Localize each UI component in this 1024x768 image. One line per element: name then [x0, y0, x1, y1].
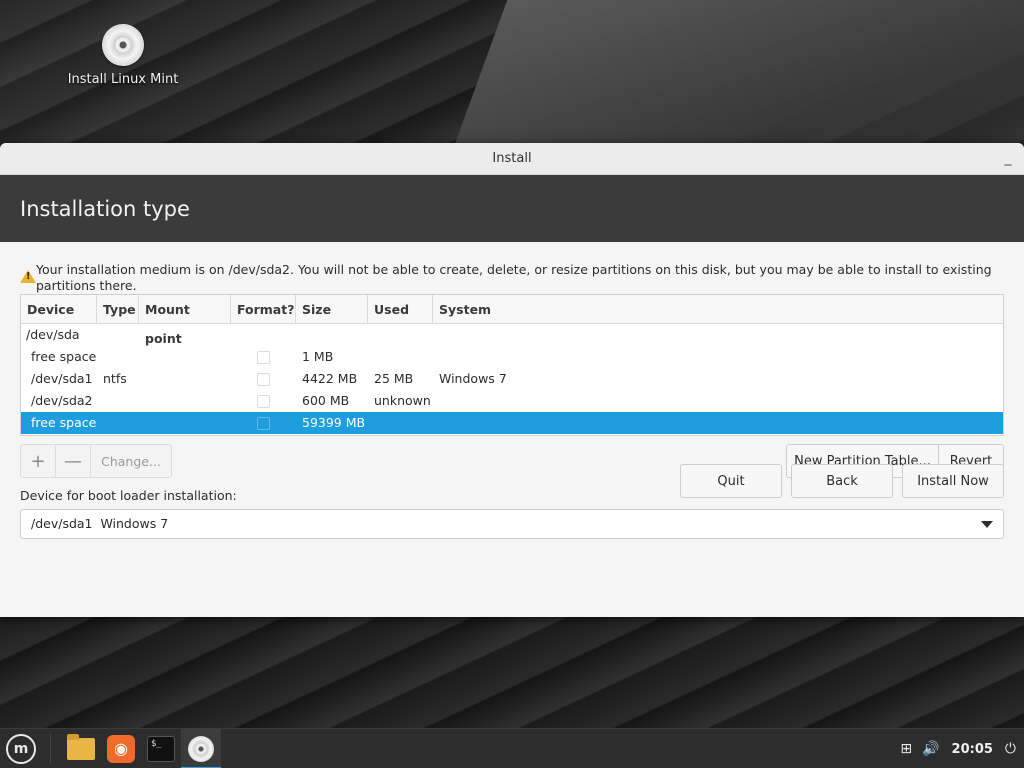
- taskbar: m ◉ $_ ⊞ 🔊 20:05 ⏻: [0, 728, 1024, 768]
- page-header: Installation type: [0, 175, 1024, 242]
- cell-format: [231, 346, 296, 368]
- format-checkbox[interactable]: [257, 417, 270, 430]
- cell-used: [368, 412, 433, 434]
- taskbar-terminal[interactable]: $_: [141, 729, 181, 768]
- desktop-icon-label: Install Linux Mint: [67, 72, 179, 87]
- cell-size: 600 MB: [302, 393, 350, 408]
- cell-system: [433, 390, 1003, 412]
- cell-format: [231, 412, 296, 434]
- cell-type: [97, 390, 139, 412]
- cell-type: [97, 346, 139, 368]
- disk-name: /dev/sda: [26, 327, 80, 342]
- cell-used: 25 MB: [374, 371, 414, 386]
- quit-button[interactable]: Quit: [680, 464, 782, 498]
- partition-edit-buttons: + — Change...: [20, 444, 172, 478]
- page-title: Installation type: [20, 196, 190, 221]
- warning-text: Your installation medium is on /dev/sda2…: [36, 262, 992, 293]
- terminal-icon: $_: [147, 735, 175, 762]
- dialog-buttons: Quit Back Install Now: [671, 464, 1004, 498]
- network-icon[interactable]: ⊞: [900, 741, 912, 757]
- format-checkbox[interactable]: [257, 395, 270, 408]
- table-header: Device Type Mount point Format? Size Use…: [21, 295, 1003, 346]
- power-icon[interactable]: ⏻: [1005, 741, 1016, 757]
- minimize-icon[interactable]: _: [1002, 151, 1014, 165]
- cell-size: 59399 MB: [302, 415, 366, 430]
- column-header-size[interactable]: Size: [296, 295, 368, 323]
- column-header-system[interactable]: System: [433, 295, 1003, 323]
- cell-mount-point: [139, 368, 231, 390]
- table-row[interactable]: /dev/sda2 600 MB unknown: [21, 390, 1003, 412]
- disc-icon: [188, 735, 214, 762]
- table-row[interactable]: free space 1 MB: [21, 346, 1003, 368]
- boot-loader-selected-value: /dev/sda1 Windows 7: [31, 516, 169, 531]
- cell-system: [433, 346, 1003, 368]
- dropdown-arrow-icon: [981, 521, 993, 528]
- change-partition-button[interactable]: Change...: [91, 445, 171, 477]
- firefox-icon: ◉: [107, 734, 135, 763]
- clock[interactable]: 20:05: [952, 742, 993, 757]
- desktop-icon-install-linux-mint[interactable]: Install Linux Mint: [62, 24, 184, 87]
- cell-format: [231, 390, 296, 412]
- mint-menu-icon[interactable]: m: [6, 733, 36, 764]
- title-bar[interactable]: Install _: [0, 143, 1024, 175]
- format-checkbox[interactable]: [257, 351, 270, 364]
- taskbar-firefox[interactable]: ◉: [101, 729, 141, 768]
- add-partition-button[interactable]: +: [21, 445, 56, 477]
- partition-table[interactable]: Device Type Mount point Format? Size Use…: [20, 294, 1004, 436]
- taskbar-files[interactable]: [61, 729, 101, 768]
- column-header-used[interactable]: Used: [368, 295, 433, 323]
- cell-device: /dev/sda2: [31, 393, 93, 408]
- cell-device: free space: [31, 349, 97, 364]
- cell-mount-point: [139, 346, 231, 368]
- format-checkbox[interactable]: [257, 373, 270, 386]
- cell-type: ntfs: [103, 371, 127, 386]
- cell-used: unknown: [374, 393, 431, 408]
- cell-size: 1 MB: [302, 349, 334, 364]
- cell-size: 4422 MB: [302, 371, 358, 386]
- install-now-button[interactable]: Install Now: [902, 464, 1004, 498]
- taskbar-separator: [50, 733, 51, 764]
- back-button[interactable]: Back: [791, 464, 893, 498]
- cell-system: Windows 7: [439, 371, 507, 386]
- cell-system: [433, 412, 1003, 434]
- cell-mount-point: [139, 412, 231, 434]
- column-header-format[interactable]: Format?: [231, 295, 296, 323]
- system-tray: ⊞ 🔊 20:05 ⏻: [890, 729, 1016, 768]
- column-header-device[interactable]: Device: [21, 295, 97, 323]
- cell-used: [368, 346, 433, 368]
- column-header-mount-point[interactable]: Mount point: [139, 295, 231, 346]
- cell-type: [97, 412, 139, 434]
- cell-mount-point: [139, 390, 231, 412]
- taskbar-installer[interactable]: [181, 728, 221, 768]
- installer-window: Install _ Installation type Your install…: [0, 143, 1024, 617]
- column-header-type[interactable]: Type: [97, 295, 139, 323]
- cell-device: /dev/sda1: [31, 371, 93, 386]
- table-row[interactable]: /dev/sda1 ntfs 4422 MB 25 MB Windows 7: [21, 368, 1003, 390]
- folder-icon: [67, 733, 95, 760]
- warning-icon: [20, 270, 36, 283]
- boot-loader-select[interactable]: /dev/sda1 Windows 7: [20, 509, 1004, 539]
- cell-format: [231, 368, 296, 390]
- table-row-selected[interactable]: free space 59399 MB: [21, 412, 1003, 434]
- cell-device: free space: [31, 415, 97, 430]
- window-title: Install: [492, 151, 532, 166]
- remove-partition-button[interactable]: —: [56, 445, 91, 477]
- disc-icon: [102, 24, 144, 66]
- warning-message: Your installation medium is on /dev/sda2…: [20, 262, 1004, 294]
- volume-icon[interactable]: 🔊: [922, 741, 939, 757]
